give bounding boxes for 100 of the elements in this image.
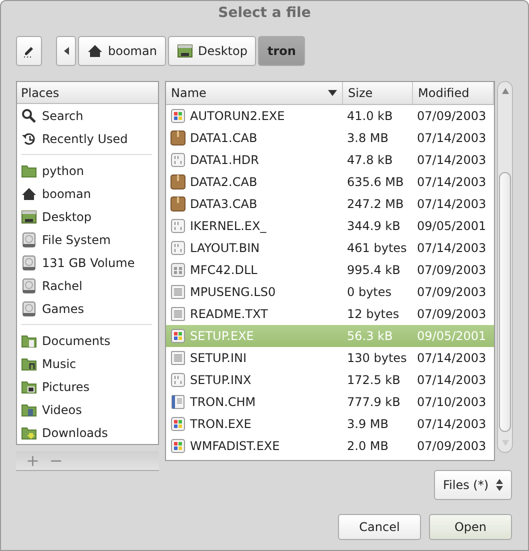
history-icon — [21, 130, 37, 146]
file-row[interactable]: DATA3.CAB 247.2 MB 07/14/2003 — [166, 193, 494, 215]
place-item[interactable]: Search — [17, 104, 158, 127]
file-row[interactable]: TRON.EXE 3.9 MB 07/14/2003 — [166, 413, 494, 435]
file-date: 07/09/2003 — [416, 109, 488, 123]
windows-logo-icon — [170, 108, 186, 124]
file-name: README.TXT — [190, 307, 268, 321]
videos-folder-icon — [21, 402, 37, 418]
file-size: 56.3 kB — [346, 329, 394, 343]
place-item[interactable]: Desktop — [17, 205, 158, 228]
place-item[interactable]: Videos — [17, 398, 158, 421]
text-file-icon — [170, 350, 186, 366]
pictures-folder-icon — [21, 378, 37, 394]
place-item[interactable]: 131 GB Volume — [17, 251, 158, 274]
file-name: DATA1.HDR — [190, 153, 259, 167]
file-row[interactable]: MPUSENG.LS0 0 bytes 07/09/2003 — [166, 281, 494, 303]
file-size: 0 bytes — [346, 285, 393, 299]
scrollbar[interactable] — [497, 81, 513, 453]
path-button[interactable]: Desktop — [168, 36, 256, 66]
file-row[interactable]: SETUP.INI 130 bytes 07/14/2003 — [166, 347, 494, 369]
music-folder-icon — [21, 356, 37, 372]
cancel-button[interactable]: Cancel — [338, 514, 421, 540]
file-date: 07/14/2003 — [416, 131, 488, 145]
file-date: 07/09/2003 — [416, 439, 488, 453]
place-item[interactable]: Games — [17, 297, 158, 320]
place-item[interactable]: File System — [17, 228, 158, 251]
folder-icon — [21, 162, 37, 178]
file-size: 777.9 kB — [346, 395, 402, 409]
file-row[interactable]: LAYOUT.BIN 461 bytes 07/14/2003 — [166, 237, 494, 259]
file-date: 07/10/2003 — [416, 395, 488, 409]
open-button[interactable]: Open — [429, 514, 512, 540]
filter-dropdown[interactable]: Files (*) — [434, 470, 512, 500]
place-item[interactable]: Documents — [17, 329, 158, 352]
file-date: 07/14/2003 — [416, 351, 488, 365]
place-item[interactable]: Music — [17, 352, 158, 375]
column-header[interactable]: Modified — [413, 82, 494, 104]
desktop-icon — [21, 208, 37, 224]
file-date: 09/05/2001 — [416, 219, 488, 233]
file-size: 3.8 MB — [346, 131, 390, 145]
file-size: 2.0 MB — [346, 439, 390, 453]
file-size: 995.4 kB — [346, 263, 402, 277]
windows-logo-icon — [170, 438, 186, 454]
package-icon — [170, 174, 186, 190]
text-file-icon — [170, 284, 186, 300]
file-date: 07/14/2003 — [416, 197, 488, 211]
file-row[interactable]: DATA1.HDR 47.8 kB 07/14/2003 — [166, 149, 494, 171]
place-item[interactable]: Recently Used — [17, 127, 158, 150]
binary-file-icon — [170, 372, 186, 388]
left-arrow-icon — [62, 46, 70, 56]
file-date: 09/05/2001 — [416, 329, 488, 343]
file-date: 07/09/2003 — [416, 307, 488, 321]
file-row[interactable]: MFC42.DLL 995.4 kB 07/09/2003 — [166, 259, 494, 281]
path-button[interactable]: booman — [78, 36, 166, 66]
place-item[interactable]: python — [17, 159, 158, 182]
file-date: 07/14/2003 — [416, 373, 488, 387]
file-name: MPUSENG.LS0 — [190, 285, 276, 299]
file-size: 3.9 MB — [346, 417, 390, 431]
spinner-arrows-icon — [496, 479, 503, 491]
place-item[interactable]: Downloads — [17, 421, 158, 444]
file-size: 635.6 MB — [346, 175, 405, 189]
file-row[interactable]: DATA2.CAB 635.6 MB 07/14/2003 — [166, 171, 494, 193]
binary-file-icon — [170, 218, 186, 234]
windows-logo-icon — [170, 328, 186, 344]
place-item[interactable]: Pictures — [17, 375, 158, 398]
places-header[interactable]: Places — [17, 82, 158, 104]
file-row[interactable]: TRON.CHM 777.9 kB 07/10/2003 — [166, 391, 494, 413]
file-date: 07/09/2003 — [416, 285, 488, 299]
sort-down-icon — [328, 90, 337, 96]
file-name: MFC42.DLL — [190, 263, 258, 277]
column-header[interactable]: Size — [343, 82, 413, 104]
scroll-left-button[interactable] — [56, 36, 76, 66]
pencil-icon — [22, 44, 36, 58]
place-item[interactable]: booman — [17, 182, 158, 205]
file-row[interactable]: IKERNEL.EX_ 344.9 kB 09/05/2001 — [166, 215, 494, 237]
file-size: 461 bytes — [346, 241, 408, 255]
drive-icon — [21, 300, 37, 316]
file-name: DATA3.CAB — [190, 197, 258, 211]
file-name: LAYOUT.BIN — [190, 241, 260, 255]
scrollbar-thumb[interactable] — [499, 172, 511, 432]
file-row[interactable]: AUTORUN2.EXE 41.0 kB 07/09/2003 — [166, 105, 494, 127]
package-icon — [170, 196, 186, 212]
file-row[interactable]: SETUP.INX 172.5 kB 07/14/2003 — [166, 369, 494, 391]
file-name: IKERNEL.EX_ — [190, 219, 266, 233]
file-name: DATA1.CAB — [190, 131, 258, 145]
file-name: TRON.CHM — [190, 395, 256, 409]
file-date: 07/14/2003 — [416, 241, 488, 255]
drive-icon — [21, 254, 37, 270]
place-item[interactable]: Rachel — [17, 274, 158, 297]
up-arrow-icon — [502, 88, 509, 94]
type-location-button[interactable] — [16, 36, 42, 66]
file-row[interactable]: WMFADIST.EXE 2.0 MB 07/09/2003 — [166, 435, 494, 457]
help-book-icon — [170, 394, 186, 410]
file-row[interactable]: README.TXT 12 bytes 07/09/2003 — [166, 303, 494, 325]
file-size: 41.0 kB — [346, 109, 394, 123]
path-button[interactable]: tron — [258, 36, 305, 66]
file-row[interactable]: DATA1.CAB 3.8 MB 07/14/2003 — [166, 127, 494, 149]
file-name: SETUP.INX — [190, 373, 252, 387]
binary-file-icon — [170, 152, 186, 168]
column-header[interactable]: Name — [166, 82, 343, 104]
file-name: WMFADIST.EXE — [190, 439, 280, 453]
